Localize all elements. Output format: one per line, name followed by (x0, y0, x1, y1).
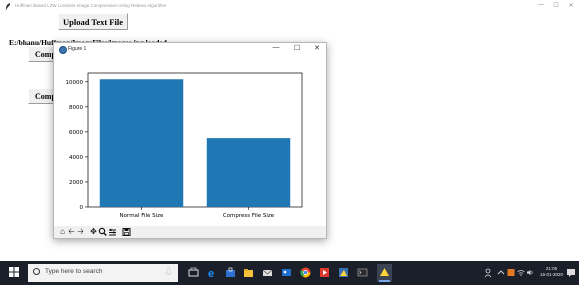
mail-icon[interactable] (262, 267, 273, 278)
battery-icon[interactable] (507, 267, 515, 278)
bar (206, 138, 291, 207)
figure-title: Figure 1 (68, 45, 87, 52)
figure-maximize-button[interactable]: ☐ (292, 44, 302, 52)
x-tick-label: Compress File Size (223, 213, 275, 219)
upload-text-file-button[interactable]: Upload Text File (58, 13, 128, 30)
media-player-icon[interactable] (319, 267, 330, 278)
figure-titlebar: Figure 1 — ☐ ✕ (54, 43, 326, 56)
app-titlebar: Huffman Based LZW Lossless Image Compres… (0, 0, 579, 14)
wifi-icon[interactable] (517, 267, 525, 278)
y-tick-label: 4000 (69, 155, 83, 161)
python-app-active-icon[interactable] (377, 264, 392, 282)
store-icon[interactable] (225, 267, 236, 278)
clock-date: 16-01-2020 (540, 272, 564, 277)
people-icon[interactable] (484, 267, 492, 278)
maximize-button[interactable]: ☐ (551, 2, 561, 9)
cortana-icon (33, 268, 40, 275)
home-icon[interactable]: ⌂ (58, 226, 67, 238)
plot-area: 0 2000 4000 6000 8000 10000 Normal File Size Co… (54, 56, 326, 226)
terminal-icon[interactable] (357, 267, 368, 278)
configure-subplots-icon[interactable] (108, 226, 117, 242)
microphone-icon[interactable] (163, 267, 174, 278)
clock[interactable]: 21:05 16-01-2020 (540, 266, 563, 278)
y-tick-label: 2000 (69, 180, 83, 186)
back-arrow-icon[interactable]: 🡠 (67, 226, 76, 238)
navigation-toolbar: ⌂ 🡠 🡢 ✥ (54, 226, 326, 238)
app-title: Huffman Based LZW Lossless Image Compres… (15, 3, 167, 8)
chevron-up-icon[interactable] (497, 267, 505, 278)
forward-arrow-icon[interactable]: 🡢 (76, 226, 85, 238)
windows-start-icon[interactable] (9, 267, 19, 277)
y-tick-label: 6000 (69, 130, 83, 136)
file-explorer-icon[interactable] (243, 267, 254, 278)
svg-text:e: e (208, 268, 214, 278)
y-tick-label: 10000 (66, 80, 84, 86)
task-view-icon[interactable] (188, 267, 199, 278)
volume-icon[interactable] (526, 267, 534, 278)
minimize-button[interactable]: — (536, 2, 546, 8)
taskbar-search-box[interactable]: Type here to search (28, 264, 178, 282)
python-idle-icon[interactable] (338, 267, 349, 278)
x-tick-label: Normal File Size (120, 213, 165, 219)
y-tick-label: 8000 (69, 105, 83, 111)
photos-icon[interactable] (281, 267, 292, 278)
bar-chart: 0 2000 4000 6000 8000 10000 Normal File Size Co… (66, 72, 303, 219)
save-icon[interactable] (122, 226, 131, 242)
y-tick-label: 0 (80, 205, 84, 211)
notification-icon[interactable] (566, 268, 576, 278)
taskbar: Type here to search e 21:05 16-01-2020 (0, 261, 579, 285)
zoom-icon[interactable] (98, 226, 107, 242)
figure-minimize-button[interactable]: — (271, 44, 281, 51)
feather-icon (5, 3, 10, 10)
figure-window: Figure 1 — ☐ ✕ 0 2000 4000 6000 8000 10000 Nor… (53, 42, 327, 239)
search-placeholder: Type here to search (45, 268, 103, 275)
matplotlib-icon (59, 46, 67, 54)
close-button[interactable]: ✕ (566, 2, 576, 9)
bar (99, 79, 184, 207)
figure-close-button[interactable]: ✕ (312, 44, 322, 52)
chrome-icon[interactable] (300, 267, 311, 278)
pan-icon[interactable]: ✥ (89, 226, 98, 238)
edge-browser-icon[interactable]: e (207, 267, 218, 278)
